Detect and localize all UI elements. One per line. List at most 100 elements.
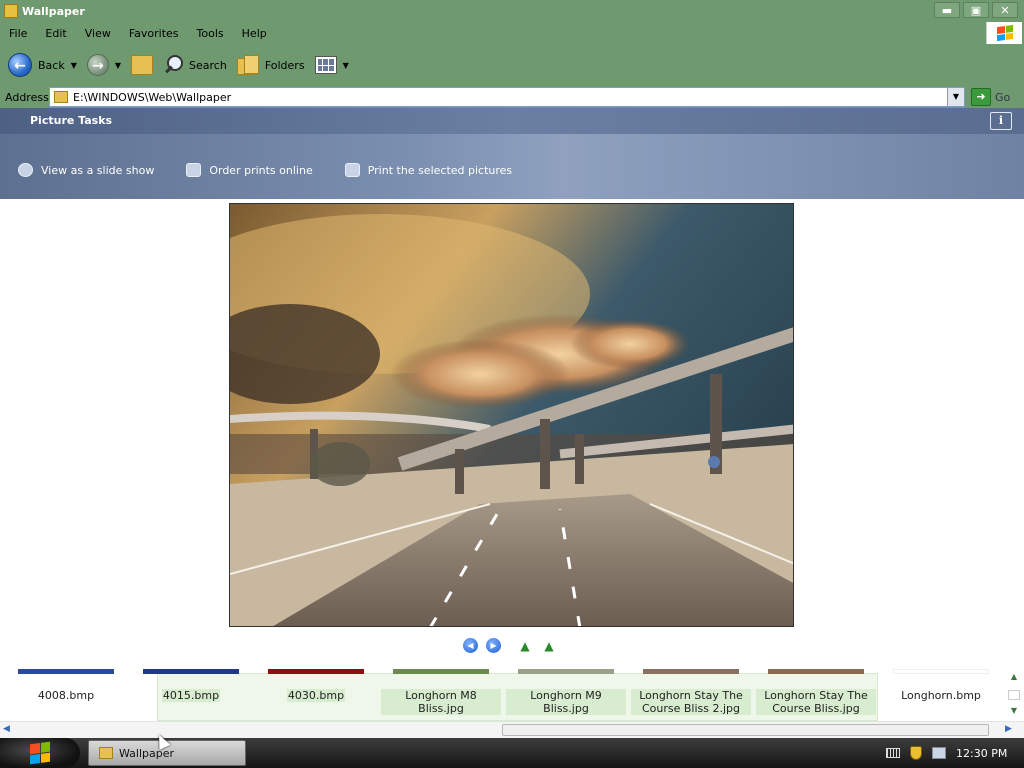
folder-icon [54, 91, 68, 103]
back-arrow-icon: ← [8, 53, 32, 77]
back-dropdown-icon[interactable]: ▼ [71, 61, 77, 70]
address-box: ▼ [49, 87, 965, 107]
search-button[interactable]: Search [163, 55, 227, 75]
folders-button[interactable]: Folders [236, 55, 305, 75]
rotate-counterclockwise-icon[interactable]: ▲ [541, 640, 557, 652]
thumb-preview [893, 669, 989, 674]
up-button[interactable] [131, 55, 154, 75]
slideshow-icon [18, 163, 33, 177]
maximize-button[interactable]: ▣ [963, 2, 989, 18]
printer-icon [344, 163, 360, 177]
filmstrip-thumb[interactable]: 4030.bmp [256, 669, 376, 702]
thumb-preview [143, 669, 239, 674]
previous-image-icon[interactable]: ◀ [463, 638, 478, 653]
filmstrip-thumb[interactable]: Longhorn.bmp [881, 669, 1001, 702]
views-dropdown-icon[interactable]: ▼ [343, 61, 349, 70]
go-label: Go [995, 90, 1011, 104]
forward-dropdown-icon[interactable]: ▼ [115, 61, 121, 70]
scroll-track[interactable] [1008, 690, 1020, 700]
preview-image[interactable] [229, 203, 794, 627]
filmstrip-thumb[interactable]: 4008.bmp [6, 669, 126, 702]
scroll-thumb[interactable] [502, 724, 989, 736]
horizontal-scrollbar[interactable]: ◀ ▶ [0, 721, 1024, 738]
thumb-preview [268, 669, 364, 674]
task-label: Print the selected pictures [367, 163, 513, 177]
task-label: Order prints online [209, 163, 313, 177]
security-shield-icon[interactable] [910, 746, 922, 760]
views-icon [314, 56, 337, 74]
window-title: Wallpaper [22, 4, 85, 18]
taskbar-window-label: Wallpaper [119, 746, 175, 760]
task-order-prints[interactable]: Order prints online [186, 163, 313, 177]
menu-favorites[interactable]: Favorites [120, 27, 188, 40]
minimize-button[interactable]: ▬ [934, 2, 960, 18]
rotate-clockwise-icon[interactable]: ▲ [517, 640, 533, 652]
filmstrip-thumb[interactable]: Longhorn Stay The Course Bliss 2.jpg [631, 669, 751, 715]
windows-flag-icon [30, 741, 50, 765]
address-label: Address [5, 90, 49, 104]
scroll-up-icon[interactable]: ▲ [1006, 672, 1022, 684]
scroll-down-icon[interactable]: ▼ [1006, 706, 1022, 718]
forward-arrow-icon: → [86, 54, 109, 76]
close-button[interactable]: ✕ [992, 2, 1018, 18]
picture-task-list: View as a slide show Order prints online… [18, 163, 512, 177]
address-bar: Address ▼ ➜ Go [0, 86, 1024, 108]
thumb-label: 4008.bmp [37, 689, 95, 702]
system-tray: 12:30 PM [880, 740, 1024, 766]
window-controls: ▬ ▣ ✕ [934, 2, 1018, 18]
windows-flag-icon [996, 24, 1013, 42]
filmstrip-thumb[interactable]: Longhorn M8 Bliss.jpg [381, 669, 501, 715]
thumb-preview [393, 669, 489, 674]
views-button[interactable]: ▼ [314, 56, 349, 74]
folders-icon [236, 55, 259, 75]
thumb-label: 4030.bmp [286, 689, 346, 702]
viewer-controls: ◀ ▶ ▲ ▲ [463, 638, 557, 653]
start-button[interactable] [0, 738, 80, 768]
back-button[interactable]: ← Back ▼ [8, 53, 77, 77]
address-dropdown-icon[interactable]: ▼ [947, 88, 964, 106]
thumb-label: Longhorn Stay The Course Bliss 2.jpg [631, 689, 751, 715]
go-button[interactable]: ➜ Go [971, 88, 1010, 106]
forward-button[interactable]: → ▼ [86, 54, 121, 76]
folder-icon [4, 4, 18, 18]
menu-file[interactable]: File [0, 27, 36, 40]
task-slide-show[interactable]: View as a slide show [18, 163, 154, 177]
windows-logo [986, 22, 1022, 44]
menu-tools[interactable]: Tools [188, 27, 233, 40]
task-print-pictures[interactable]: Print the selected pictures [344, 163, 513, 177]
go-arrow-icon: ➜ [971, 88, 991, 106]
menu-bar: File Edit View Favorites Tools Help [0, 22, 1024, 44]
filmstrip-thumb[interactable]: Longhorn Stay The Course Bliss.jpg [756, 669, 876, 715]
picture-tasks-panel: Picture Tasks i View as a slide show Ord… [0, 108, 1024, 199]
network-icon[interactable] [932, 747, 946, 759]
task-label: View as a slide show [41, 163, 155, 177]
filmstrip-vertical-scrollbar[interactable]: ▲ ▼ [1006, 672, 1022, 720]
thumb-preview [518, 669, 614, 674]
next-image-icon[interactable]: ▶ [486, 638, 501, 653]
thumb-label: Longhorn.bmp [901, 689, 981, 702]
menu-help[interactable]: Help [233, 27, 276, 40]
address-input[interactable] [73, 90, 933, 104]
info-button[interactable]: i [990, 112, 1012, 130]
search-icon [163, 55, 184, 75]
thumb-label: 4015.bmp [161, 689, 221, 702]
filmstrip-thumb[interactable]: Longhorn M9 Bliss.jpg [506, 669, 626, 715]
keyboard-icon[interactable] [886, 748, 900, 758]
back-label: Back [38, 58, 65, 72]
thumb-label: Longhorn M8 Bliss.jpg [381, 689, 501, 715]
menu-view[interactable]: View [76, 27, 120, 40]
thumb-preview [768, 669, 864, 674]
scroll-right-icon[interactable]: ▶ [1005, 724, 1012, 734]
scroll-left-icon[interactable]: ◀ [3, 724, 10, 734]
toolbar: ← Back ▼ → ▼ Search Folders ▼ [0, 44, 1024, 86]
thumb-label: Longhorn M9 Bliss.jpg [506, 689, 626, 715]
thumb-label: Longhorn Stay The Course Bliss.jpg [756, 689, 876, 715]
filmstrip-thumb[interactable]: 4015.bmp [131, 669, 251, 702]
menu-edit[interactable]: Edit [36, 27, 75, 40]
picture-tasks-title: Picture Tasks [30, 114, 113, 127]
picture-tasks-header: Picture Tasks i [0, 108, 1024, 134]
search-label: Search [189, 58, 227, 72]
order-prints-icon [186, 163, 202, 177]
title-bar: Wallpaper ▬ ▣ ✕ [0, 0, 1024, 22]
clock[interactable]: 12:30 PM [956, 747, 1007, 760]
